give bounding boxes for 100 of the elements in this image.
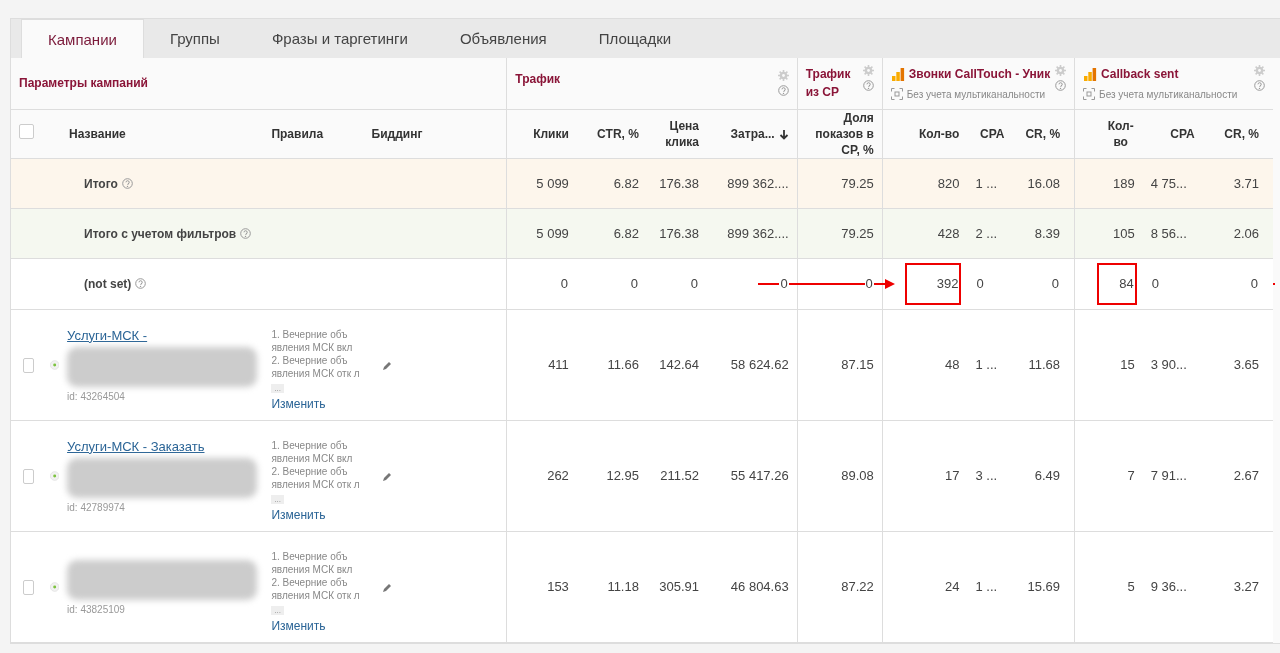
table-cell: 11.18 — [607, 579, 639, 595]
edit-link[interactable]: Изменить — [271, 507, 326, 522]
sort-header[interactable]: Затра... — [730, 125, 775, 142]
table-cell: 6.82 — [613, 175, 639, 191]
row-checkbox[interactable] — [23, 357, 34, 373]
table-cell: 4 75... — [1150, 175, 1187, 191]
column-header[interactable]: Кол-во — [918, 125, 960, 142]
select-all-checkbox[interactable] — [19, 124, 34, 140]
rule-text: 1. Вечерние объ явления МСК вкл — [271, 327, 354, 354]
rule-text: 2. Вечерние объ явления МСК отк л — [271, 353, 361, 380]
row-label: Итого — [83, 176, 118, 191]
column-header[interactable]: Правила — [271, 125, 324, 142]
help-icon — [135, 278, 147, 290]
table-cell: 15 — [1120, 357, 1135, 373]
row-label: Итого с учетом фильтров — [83, 226, 237, 241]
column-header[interactable]: Цена клика — [654, 117, 700, 150]
table-cell: 189 — [1112, 175, 1135, 191]
table-cell: 1 ... — [975, 175, 998, 191]
table-cell: 79.25 — [841, 175, 874, 191]
table-cell: 3.65 — [1233, 357, 1259, 373]
focus-frame-icon — [890, 88, 903, 101]
help-icon — [862, 80, 874, 92]
campaign-id: id: 43264504 — [67, 390, 126, 405]
group-title: Трафик из CP — [805, 66, 852, 102]
table-cell: 8.39 — [1034, 225, 1061, 241]
status-dot-icon — [49, 580, 60, 595]
table-cell: 153 — [547, 579, 569, 595]
table-cell: 5 099 — [536, 225, 569, 241]
table-cell: 262 — [547, 468, 569, 484]
tab[interactable]: Фразы и таргетинги — [245, 19, 434, 58]
table-cell: 9 36... — [1150, 579, 1187, 595]
table-cell: 899 362.... — [727, 175, 789, 191]
group-title: Параметры кампаний — [19, 75, 148, 93]
table-cell: 16.08 — [1027, 175, 1061, 191]
table-cell: 176.38 — [659, 175, 700, 191]
column-header[interactable]: CTR, % — [596, 125, 639, 142]
table-cell: 142.64 — [659, 357, 700, 373]
table-cell: 820 — [937, 175, 960, 191]
table-cell: 105 — [1112, 225, 1135, 241]
campaign-link[interactable]: Услуги-МСК - Заказать — [67, 438, 205, 454]
help-icon — [240, 227, 252, 239]
row-checkbox[interactable] — [23, 468, 34, 484]
table-cell: 2 ... — [975, 225, 998, 241]
pencil-icon[interactable] — [381, 471, 392, 482]
column-header[interactable]: CR, % — [1025, 125, 1061, 142]
pencil-icon[interactable] — [381, 582, 392, 593]
table-cell: 1 ... — [975, 357, 998, 373]
table-cell: 6.49 — [1034, 468, 1061, 484]
campaign-id: id: 43825109 — [67, 602, 126, 617]
table-cell: 1 ... — [975, 579, 998, 595]
edit-link[interactable]: Изменить — [271, 396, 326, 411]
pencil-icon[interactable] — [381, 360, 392, 371]
table-cell: 87.22 — [841, 579, 874, 595]
tab[interactable]: Группы — [143, 19, 246, 58]
group-title: Callback sent — [1101, 65, 1179, 83]
column-header[interactable]: CPA — [1170, 125, 1195, 142]
table-cell: 12.95 — [606, 468, 639, 484]
rule-text: 2. Вечерние объ явления МСК отк л — [271, 464, 361, 491]
table-cell: 428 — [937, 225, 960, 241]
table-cell: 899 362.... — [727, 225, 789, 241]
column-header[interactable]: Кол-во — [1106, 117, 1135, 150]
status-dot-icon — [49, 469, 60, 484]
edit-link[interactable]: Изменить — [271, 618, 326, 633]
campaign-link[interactable]: Услуги-МСК - — [67, 327, 148, 343]
focus-frame-icon — [1083, 88, 1096, 101]
table-cell: 79.25 — [841, 225, 874, 241]
rule-text: 1. Вечерние объ явления МСК вкл — [271, 438, 354, 465]
help-icon — [121, 177, 133, 189]
table-cell: 11.68 — [1028, 357, 1061, 373]
table-cell: 8 56... — [1150, 225, 1187, 241]
group-title: Трафик — [515, 71, 561, 89]
table-cell: 48 — [944, 357, 960, 373]
tab[interactable]: Объявления — [433, 19, 573, 58]
column-header[interactable]: Биддинг — [371, 125, 423, 142]
table-cell: 58 624.62 — [730, 357, 789, 373]
table-cell: 176.38 — [659, 225, 700, 241]
column-header[interactable]: Доля показов в CP, % — [811, 109, 874, 159]
table-cell: 7 — [1127, 468, 1135, 484]
table-cell: 89.08 — [841, 468, 874, 484]
tab[interactable]: Площадки — [572, 19, 698, 58]
table-cell: 2.06 — [1233, 225, 1259, 241]
column-header[interactable]: CPA — [980, 125, 1005, 142]
tab[interactable]: Кампании — [21, 19, 144, 58]
row-checkbox[interactable] — [23, 579, 34, 595]
table-cell: 3.27 — [1233, 579, 1259, 595]
rule-text: 2. Вечерние объ явления МСК отк л — [271, 575, 361, 602]
table-cell: 46 804.63 — [730, 579, 789, 595]
table-cell: 87.15 — [841, 357, 874, 373]
column-header[interactable]: CR, % — [1224, 125, 1259, 142]
column-header[interactable]: Клики — [533, 125, 569, 142]
gear-icon — [862, 65, 874, 77]
table-cell: 305.91 — [659, 579, 700, 595]
rule-text: 1. Вечерние объ явления МСК вкл — [271, 549, 354, 576]
group-subtitle: Без учета мультиканальности — [1099, 87, 1238, 102]
group-subtitle: Без учета мультиканальности — [906, 87, 1046, 102]
campaign-id: id: 42789974 — [67, 501, 126, 516]
table-cell: 55 417.26 — [730, 468, 789, 484]
bar-chart-icon — [890, 66, 905, 81]
table-cell: 411 — [548, 357, 569, 373]
column-header[interactable]: Название — [69, 125, 126, 142]
